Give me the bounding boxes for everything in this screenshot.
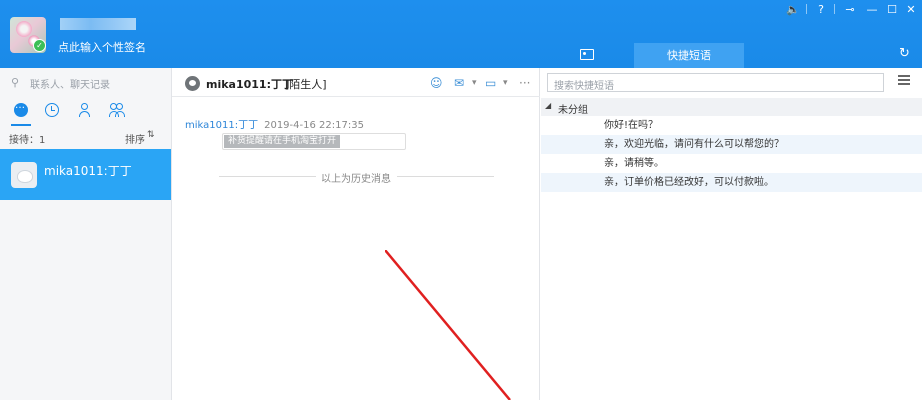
person-body bbox=[79, 111, 90, 117]
signature-input[interactable]: 点此输入个性签名 bbox=[58, 39, 146, 55]
message-bubble: 补货提醒请在手机淘宝打开 bbox=[222, 133, 406, 150]
annotation-arrow bbox=[385, 250, 511, 400]
blurred-username bbox=[60, 18, 136, 30]
video-icon[interactable]: ▭ bbox=[485, 75, 496, 91]
contact-search-input[interactable]: ⚲ 联系人、聊天记录 bbox=[0, 68, 171, 96]
stranger-tag: [陌生人] bbox=[285, 78, 327, 91]
reception-count: 接待：1 bbox=[9, 135, 46, 146]
chat-header: mika1011:丁丁 [陌生人] ☺ ✉ ▾ ▭ ▾ ··· bbox=[172, 68, 540, 97]
history-divider: 以上为历史消息 bbox=[219, 170, 494, 185]
sort-row: 接待：1 排序 ⇅ bbox=[0, 126, 171, 149]
chat-bubble-icon[interactable] bbox=[14, 100, 28, 117]
tab-contact-card[interactable] bbox=[568, 46, 606, 68]
online-status-icon: ✓ bbox=[33, 39, 46, 52]
search-icon: ⚲ bbox=[11, 76, 20, 89]
person-head bbox=[81, 103, 88, 110]
group-icon[interactable] bbox=[109, 103, 127, 117]
menu-icon[interactable] bbox=[898, 74, 910, 86]
message-time: 2019-4-16 22:17:35 bbox=[264, 120, 364, 131]
volume-icon[interactable]: 🔈 bbox=[785, 3, 801, 17]
contact-item-selected[interactable]: mika1011:丁丁 bbox=[0, 149, 171, 200]
divider-line bbox=[397, 176, 494, 177]
contact-card-icon bbox=[580, 49, 594, 60]
left-tab-row bbox=[0, 99, 171, 121]
group-body bbox=[115, 111, 125, 117]
search-placeholder: 搜索快捷短语 bbox=[554, 81, 614, 92]
tab-quick-phrases[interactable]: 快捷短语 bbox=[634, 43, 744, 68]
minimize-button[interactable]: — bbox=[864, 3, 880, 17]
phrase-item[interactable]: 亲，欢迎光临，请问有什么可以帮您的？ bbox=[541, 135, 922, 154]
chat-title: mika1011:丁丁 bbox=[206, 78, 293, 91]
sort-button[interactable]: 排序 bbox=[125, 131, 145, 146]
phrase-item[interactable]: 你好!在吗？ bbox=[541, 116, 922, 135]
header-bar: ✓ 点此输入个性签名 🔈 ? ⊸ — ☐ ✕ 快捷短语 ↻ bbox=[0, 0, 922, 68]
phrase-group-header[interactable]: ◢ 未分组 bbox=[541, 98, 922, 116]
avatar-flower bbox=[16, 21, 32, 37]
divider bbox=[806, 4, 807, 14]
phrase-item[interactable]: 亲，请稍等。 bbox=[541, 154, 922, 173]
history-label: 以上为历史消息 bbox=[321, 174, 391, 185]
search-placeholder: 联系人、聊天记录 bbox=[30, 80, 110, 91]
group-head bbox=[116, 103, 123, 110]
collapse-arrow-icon: ◢ bbox=[545, 101, 552, 110]
transfer-icon[interactable]: ✉ bbox=[454, 75, 464, 91]
divider bbox=[834, 4, 835, 14]
divider-line bbox=[219, 176, 316, 177]
chevron-down-icon[interactable]: ▾ bbox=[503, 75, 508, 91]
refresh-icon[interactable]: ↻ bbox=[899, 47, 913, 61]
close-button[interactable]: ✕ bbox=[903, 3, 919, 17]
phrase-item[interactable]: 亲，订单价格已经改好，可以付款啦。 bbox=[541, 173, 922, 192]
left-panel: ⚲ 联系人、聊天记录 接待：1 排序 ⇅ mika1011:丁丁 bbox=[0, 68, 172, 400]
more-icon[interactable]: ··· bbox=[519, 75, 530, 91]
maximize-button[interactable]: ☐ bbox=[884, 3, 900, 17]
message-sender: mika1011:丁丁 bbox=[185, 120, 259, 131]
chat-avatar-icon bbox=[185, 76, 200, 91]
add-contact-icon[interactable]: ☺ bbox=[430, 75, 443, 91]
contact-avatar bbox=[11, 162, 37, 188]
annotation-arrow-line bbox=[385, 250, 511, 400]
contact-name: mika1011:丁丁 bbox=[44, 164, 132, 178]
chevron-down-icon[interactable]: ▾ bbox=[472, 75, 477, 91]
person-icon[interactable] bbox=[78, 103, 92, 117]
group-name: 未分组 bbox=[558, 105, 588, 116]
help-icon[interactable]: ? bbox=[813, 3, 829, 17]
quick-phrases-panel: 搜索快捷短语 ◢ 未分组 你好!在吗？ 亲，欢迎光临，请问有什么可以帮您的？ 亲… bbox=[541, 68, 922, 400]
pin-icon[interactable]: ⊸ bbox=[841, 3, 859, 17]
quick-phrase-search-input[interactable]: 搜索快捷短语 bbox=[547, 73, 884, 92]
sort-arrows-icon[interactable]: ⇅ bbox=[147, 130, 155, 140]
clock-icon[interactable] bbox=[45, 103, 59, 117]
message-text: 补货提醒请在手机淘宝打开 bbox=[224, 135, 341, 148]
message-meta: mika1011:丁丁 2019-4-16 22:17:35 bbox=[185, 116, 364, 131]
